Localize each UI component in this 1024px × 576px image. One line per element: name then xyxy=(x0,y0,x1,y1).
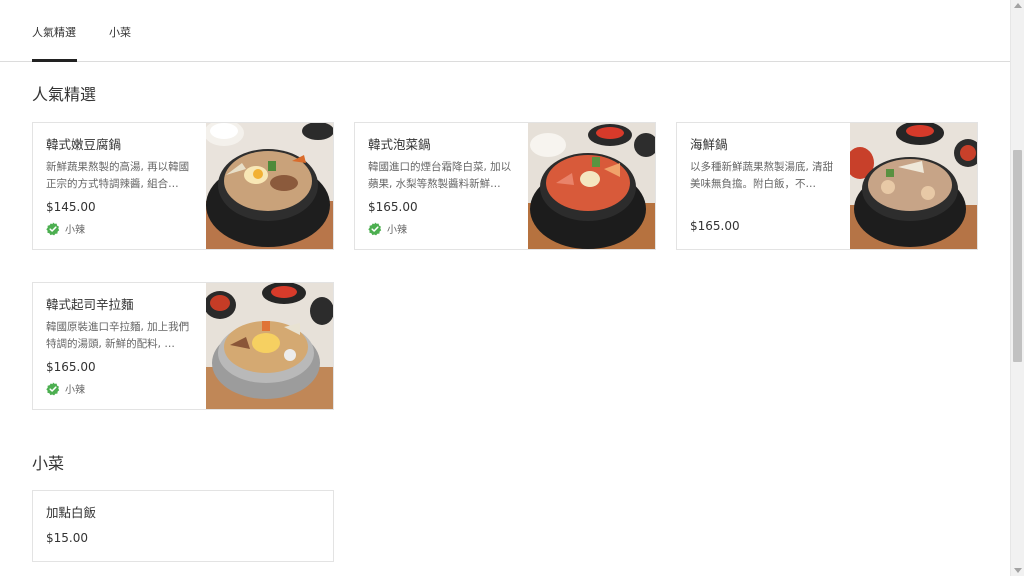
check-circle-icon xyxy=(46,222,60,235)
spicy-badge: 小辣 xyxy=(46,381,85,396)
menu-item-info: 韓式嫩豆腐鍋 新鮮蔬果熬製的高湯, 再以韓國正宗的方式特調辣醬, 組合… xyxy=(46,137,198,193)
menu-item-info: 海鮮鍋 以多種新鮮蔬果熬製湯底, 清甜美味無負擔。附白飯，不… xyxy=(690,137,842,193)
menu-item-photo xyxy=(206,283,333,409)
spicy-badge: 小辣 xyxy=(46,221,85,236)
menu-item-price: $15.00 xyxy=(46,531,88,545)
menu-item-info: 韓式泡菜鍋 韓國進口的煙台霜降白菜, 加以蘋果, 水梨等熬製醬料新鮮… xyxy=(368,137,520,193)
menu-item-description: 以多種新鮮蔬果熬製湯底, 清甜美味無負擔。附白飯，不… xyxy=(690,161,834,190)
page-scrollbar[interactable] xyxy=(1010,0,1024,576)
menu-item-price: $165.00 xyxy=(690,219,740,233)
scroll-down-arrow-icon[interactable] xyxy=(1014,568,1022,573)
active-tab-indicator xyxy=(32,59,77,62)
menu-item-description: 韓國原裝進口辛拉麵, 加上我們特調的湯頭, 新鮮的配料, … xyxy=(46,321,190,350)
menu-item-name: 韓式嫩豆腐鍋 xyxy=(46,137,122,152)
spicy-label: 小辣 xyxy=(65,225,85,236)
menu-item-card[interactable]: 海鮮鍋 以多種新鮮蔬果熬製湯底, 清甜美味無負擔。附白飯，不… $165.00 xyxy=(676,122,978,250)
menu-item-card[interactable]: 韓式起司辛拉麵 韓國原裝進口辛拉麵, 加上我們特調的湯頭, 新鮮的配料, … $… xyxy=(32,282,334,410)
menu-item-description: 新鮮蔬果熬製的高湯, 再以韓國正宗的方式特調辣醬, 組合… xyxy=(46,161,190,190)
menu-item-price: $165.00 xyxy=(368,200,418,214)
menu-item-price: $165.00 xyxy=(46,360,96,374)
menu-item-card[interactable]: 韓式嫩豆腐鍋 新鮮蔬果熬製的高湯, 再以韓國正宗的方式特調辣醬, 組合… $14… xyxy=(32,122,334,250)
menu-item-photo xyxy=(850,123,977,249)
check-circle-icon xyxy=(46,382,60,395)
menu-item-card[interactable]: 加點白飯 $15.00 xyxy=(32,490,334,562)
menu-item-price: $145.00 xyxy=(46,200,96,214)
menu-item-info: 加點白飯 xyxy=(46,505,198,521)
spicy-label: 小辣 xyxy=(65,385,85,396)
scroll-up-arrow-icon[interactable] xyxy=(1014,3,1022,8)
menu-item-description: 韓國進口的煙台霜降白菜, 加以蘋果, 水梨等熬製醬料新鮮… xyxy=(368,161,512,190)
check-circle-icon xyxy=(368,222,382,235)
menu-item-name: 韓式泡菜鍋 xyxy=(368,137,431,152)
menu-item-card[interactable]: 韓式泡菜鍋 韓國進口的煙台霜降白菜, 加以蘋果, 水梨等熬製醬料新鮮… $165… xyxy=(354,122,656,250)
menu-item-name: 加點白飯 xyxy=(46,505,97,520)
category-tabs: 人氣精選 小菜 xyxy=(0,0,1010,62)
menu-item-info: 韓式起司辛拉麵 韓國原裝進口辛拉麵, 加上我們特調的湯頭, 新鮮的配料, … xyxy=(46,297,198,353)
menu-item-photo xyxy=(528,123,655,249)
spicy-badge: 小辣 xyxy=(368,221,407,236)
spicy-label: 小辣 xyxy=(387,225,407,236)
menu-page: 人氣精選 小菜 人氣精選 韓式嫩豆腐鍋 新鮮蔬果熬製的高湯, 再以韓國正宗的方式… xyxy=(0,0,1010,576)
section-title-side-dishes: 小菜 xyxy=(32,454,65,473)
tab-side-dishes[interactable]: 小菜 xyxy=(109,24,131,40)
menu-item-photo xyxy=(206,123,333,249)
menu-item-name: 海鮮鍋 xyxy=(690,137,728,152)
tab-popular[interactable]: 人氣精選 xyxy=(32,24,76,40)
scrollbar-thumb[interactable] xyxy=(1013,150,1022,362)
section-title-popular: 人氣精選 xyxy=(32,85,97,104)
menu-item-name: 韓式起司辛拉麵 xyxy=(46,297,134,312)
